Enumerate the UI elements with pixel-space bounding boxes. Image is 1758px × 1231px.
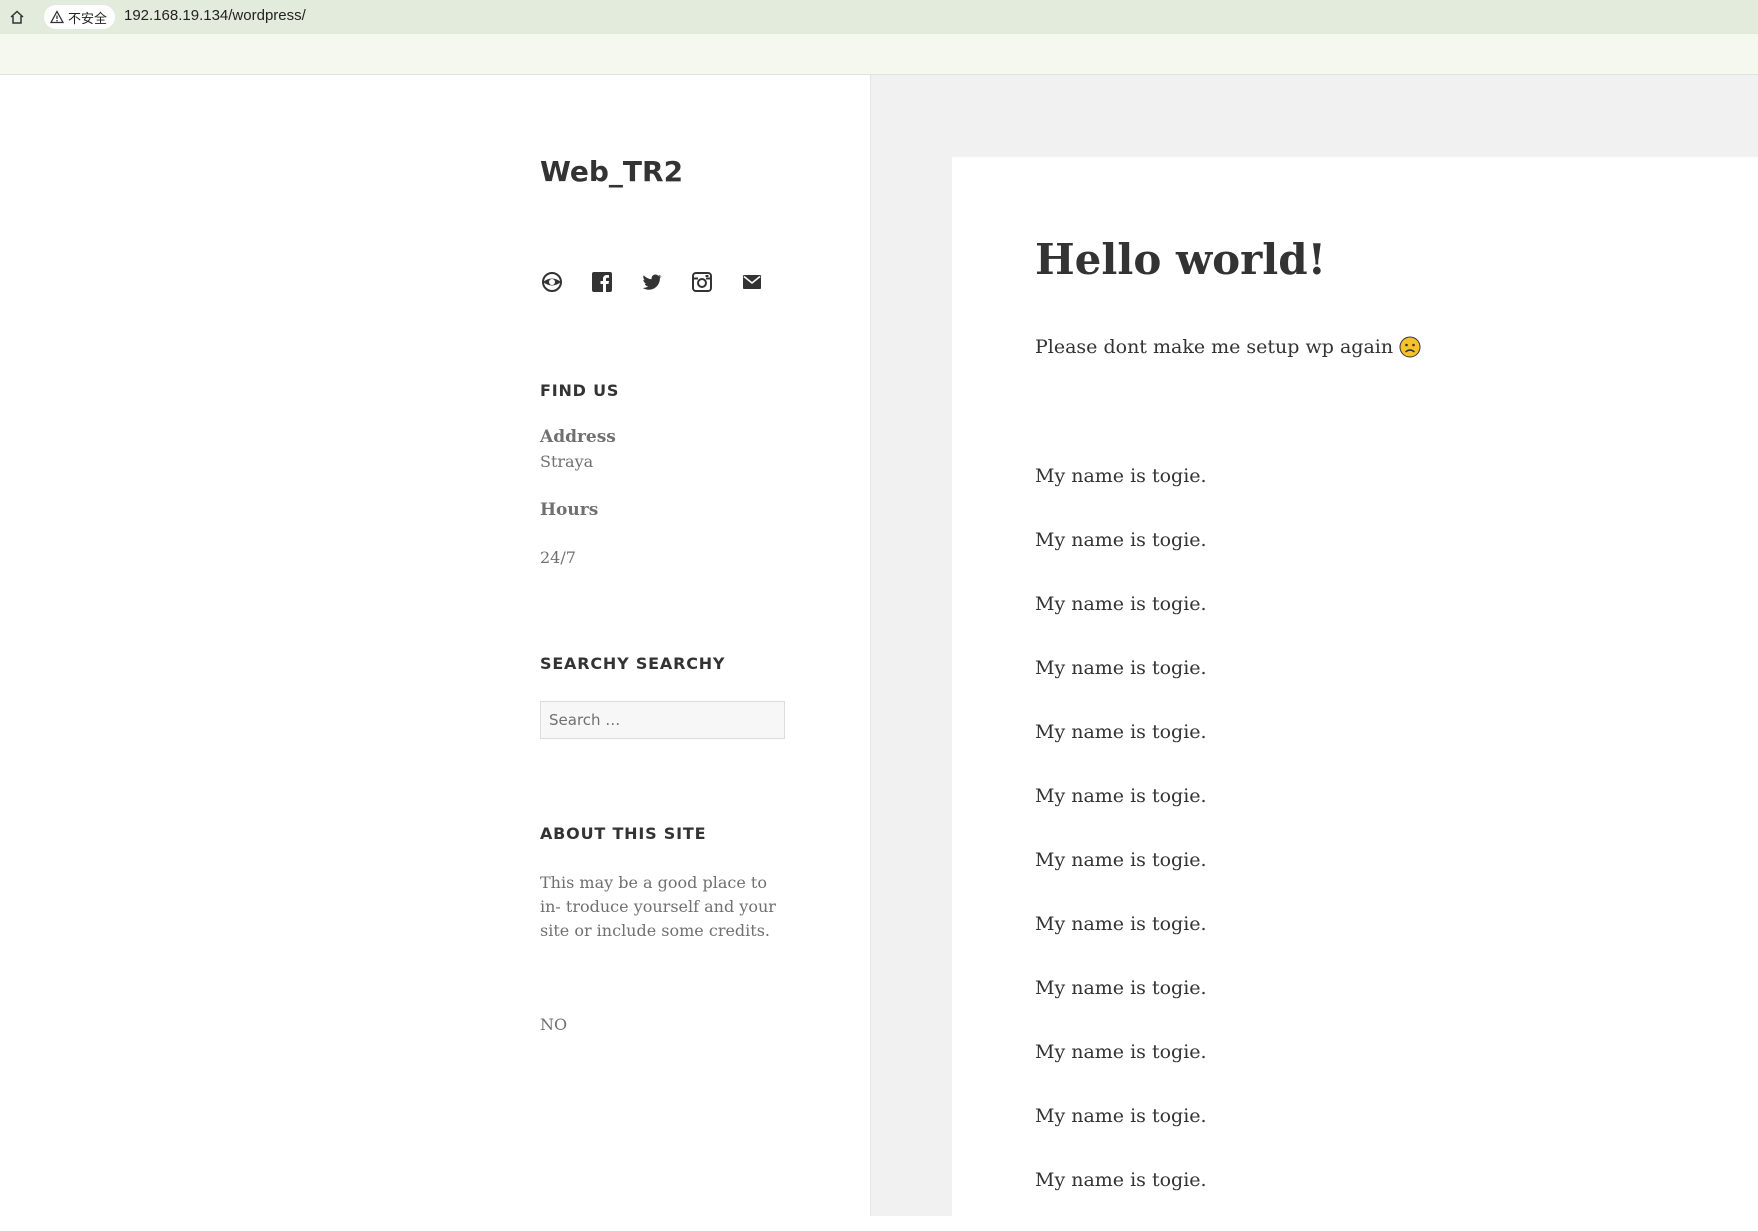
sidebar	[0, 75, 871, 1216]
social-links-menu	[540, 270, 764, 294]
post-paragraph: My name is togie.	[1035, 1105, 1207, 1127]
site-title[interactable]: Web_TR2	[540, 155, 683, 188]
post-paragraph: My name is togie.	[1035, 977, 1207, 999]
post-paragraph: My name is togie.	[1035, 849, 1207, 871]
find-us-title: FIND US	[540, 381, 620, 400]
address-label: Address	[540, 427, 616, 447]
post-paragraph: My name is togie.	[1035, 529, 1207, 551]
email-icon[interactable]	[740, 270, 764, 294]
address-bar[interactable]: 不安全 192.168.19.134/wordpress/	[0, 0, 1758, 34]
warning-icon	[50, 10, 64, 24]
post-paragraph: My name is togie.	[1035, 465, 1207, 487]
about-widget-title: ABOUT THIS SITE	[540, 824, 707, 843]
home-icon[interactable]	[6, 5, 28, 29]
post-paragraph: My name is togie.	[1035, 1169, 1207, 1191]
post-paragraph: My name is togie.	[1035, 785, 1207, 807]
post-paragraph: My name is togie.	[1035, 721, 1207, 743]
hours-value: 24/7	[540, 548, 576, 567]
instagram-icon[interactable]	[690, 270, 714, 294]
facebook-icon[interactable]	[590, 270, 614, 294]
security-indicator[interactable]: 不安全	[44, 5, 116, 29]
address-value: Straya	[540, 452, 594, 471]
post-paragraph: My name is togie.	[1035, 657, 1207, 679]
search-input[interactable]	[540, 701, 785, 739]
wordpress-icon[interactable]	[540, 270, 564, 294]
post-intro-text: Please dont make me setup wp again	[1035, 336, 1394, 358]
post-body: My name is togie. My name is togie. My nam…	[1035, 463, 1207, 1231]
post-paragraph: My name is togie.	[1035, 913, 1207, 935]
about-text: This may be a good place to in- troduce …	[540, 873, 776, 940]
hours-label: Hours	[540, 500, 599, 520]
search-widget-title: SEARCHY SEARCHY	[540, 654, 726, 673]
twitter-icon[interactable]	[640, 270, 664, 294]
footer-text: NO	[540, 1015, 568, 1034]
frowning-face-icon	[1399, 336, 1421, 358]
post-title[interactable]: Hello world!	[1035, 235, 1326, 284]
post-paragraph: My name is togie.	[1035, 1041, 1207, 1063]
browser-toolbar: 不安全 192.168.19.134/wordpress/	[0, 0, 1758, 75]
url-text[interactable]: 192.168.19.134/wordpress/	[124, 7, 306, 24]
post-paragraph: My name is togie.	[1035, 593, 1207, 615]
security-label: 不安全	[68, 11, 108, 27]
post-intro: Please dont make me setup wp again	[1035, 336, 1421, 358]
